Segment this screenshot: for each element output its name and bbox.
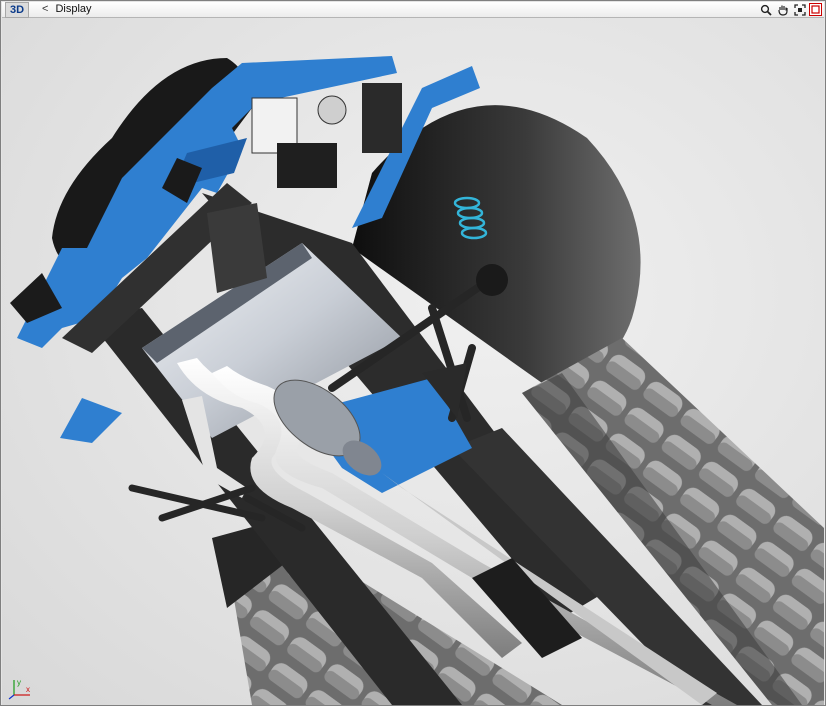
breadcrumb[interactable]: < Display: [42, 2, 92, 17]
zoom-icon[interactable]: [758, 2, 774, 18]
vehicle-model: [10, 56, 824, 705]
close-icon[interactable]: [809, 3, 822, 16]
viewport-toolbar: 3D < Display: [2, 2, 824, 18]
pan-hand-icon[interactable]: [775, 2, 791, 18]
axis-gizmo: y x: [8, 675, 36, 701]
fit-view-icon[interactable]: [792, 2, 808, 18]
gizmo-y-label: y: [17, 678, 21, 687]
chevron-left-icon[interactable]: <: [42, 3, 48, 15]
3d-scene[interactable]: y x: [2, 18, 824, 705]
breadcrumb-label: Display: [55, 3, 92, 15]
hub: [476, 264, 508, 296]
view-mode-badge[interactable]: 3D: [5, 2, 30, 18]
gizmo-x-label: x: [26, 685, 30, 694]
viewport-window: 3D < Display y x: [0, 0, 826, 706]
view-tools: [758, 2, 822, 17]
